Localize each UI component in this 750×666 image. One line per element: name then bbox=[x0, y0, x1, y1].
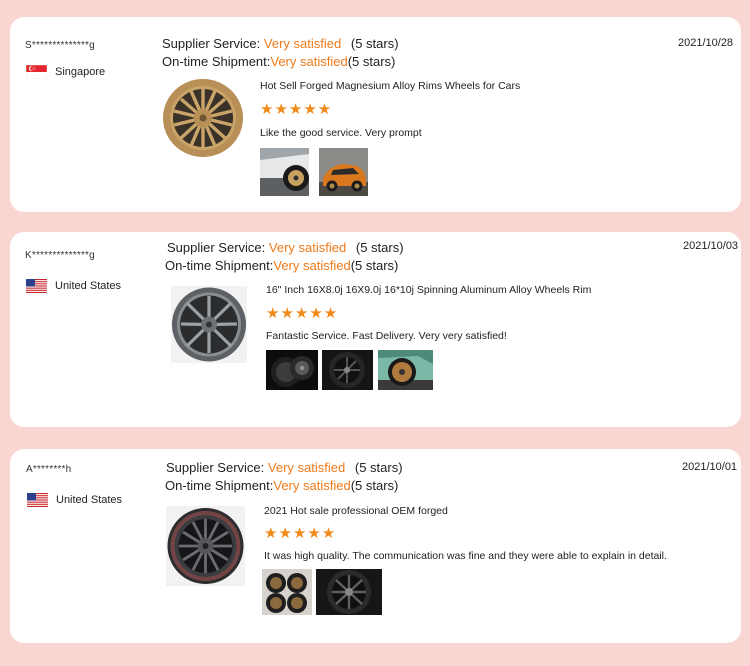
reviewer-name: S**************g bbox=[25, 40, 95, 51]
review-comment: It was high quality. The communication w… bbox=[264, 550, 667, 562]
review-photo-thumbnail[interactable] bbox=[316, 569, 382, 615]
product-image[interactable] bbox=[171, 286, 247, 363]
product-title[interactable]: Hot Sell Forged Magnesium Alloy Rims Whe… bbox=[260, 80, 520, 92]
reviewer-name: K**************g bbox=[25, 250, 95, 261]
review-date: 2021/10/28 bbox=[678, 37, 734, 49]
review-card: A********h United States Supplier Servic… bbox=[10, 449, 741, 643]
ontime-shipment-rating: On-time Shipment:Very satisfied(5 stars) bbox=[165, 478, 399, 493]
star-rating: ★★★★★ bbox=[266, 304, 339, 322]
ontime-shipment-rating: On-time Shipment:Very satisfied(5 stars) bbox=[162, 54, 396, 69]
product-image[interactable] bbox=[159, 78, 245, 158]
review-date: 2021/10/03 bbox=[683, 240, 739, 252]
country-label: Singapore bbox=[55, 66, 106, 78]
review-card: S**************g Singapore Supplier Serv… bbox=[10, 17, 741, 212]
reviewer-country: Singapore bbox=[25, 64, 106, 80]
star-rating: ★★★★★ bbox=[264, 524, 337, 542]
product-title[interactable]: 2021 Hot sale professional OEM forged bbox=[264, 505, 448, 517]
supplier-service-rating: Supplier Service: Very satisfied (5 star… bbox=[162, 36, 399, 51]
supplier-service-rating: Supplier Service: Very satisfied (5 star… bbox=[167, 240, 404, 255]
review-photo-thumbnail[interactable] bbox=[266, 350, 318, 390]
review-photo-thumbnail[interactable] bbox=[260, 148, 309, 196]
review-date: 2021/10/01 bbox=[682, 461, 738, 473]
review-photo-thumbnail[interactable] bbox=[262, 569, 312, 615]
product-title[interactable]: 16" Inch 16X8.0j 16X9.0j 16*10j Spinning… bbox=[266, 284, 591, 296]
reviewer-name: A********h bbox=[26, 464, 72, 475]
supplier-service-rating: Supplier Service: Very satisfied (5 star… bbox=[166, 460, 403, 475]
us-flag-icon bbox=[27, 493, 48, 507]
review-photo-thumbnail[interactable] bbox=[319, 148, 368, 196]
country-label: United States bbox=[55, 280, 122, 292]
star-rating: ★★★★★ bbox=[260, 100, 333, 118]
ontime-shipment-rating: On-time Shipment:Very satisfied(5 stars) bbox=[165, 258, 399, 273]
country-label: United States bbox=[56, 494, 123, 506]
review-photo-thumbnail[interactable] bbox=[322, 350, 373, 390]
reviewer-country: United States bbox=[27, 493, 122, 507]
review-comment: Fantastic Service. Fast Delivery. Very v… bbox=[266, 330, 507, 342]
us-flag-icon bbox=[26, 279, 47, 293]
product-image[interactable] bbox=[166, 506, 245, 586]
review-comment: Like the good service. Very prompt bbox=[260, 127, 422, 139]
review-photo-thumbnail[interactable] bbox=[378, 350, 433, 390]
review-card: K**************g United States Supplier … bbox=[10, 232, 741, 427]
reviewer-country: United States bbox=[26, 279, 121, 293]
singapore-flag-icon bbox=[25, 64, 48, 80]
